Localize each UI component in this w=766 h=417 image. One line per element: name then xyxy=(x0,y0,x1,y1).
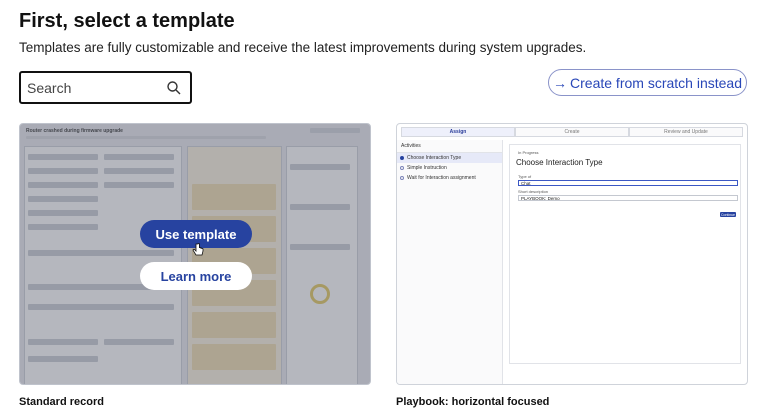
sidebar-item: Simple Instruction xyxy=(397,163,502,173)
type-select: Chat xyxy=(518,180,738,186)
sidebar-title: Activities xyxy=(397,140,502,153)
search-field[interactable] xyxy=(19,71,192,104)
template-card-playbook[interactable]: Assign Create Review and Update Activiti… xyxy=(396,123,748,385)
playbook-main: In Progress Choose Interaction Type Type… xyxy=(509,144,741,364)
step-create: Create xyxy=(515,127,629,137)
template-name-playbook: Playbook: horizontal focused xyxy=(396,396,550,408)
learn-more-button[interactable]: Learn more xyxy=(140,262,252,290)
template-card-standard-record[interactable]: Router crashed during firmware upgrade U… xyxy=(19,123,371,385)
continue-button: Continue xyxy=(720,212,736,217)
page-title: First, select a template xyxy=(19,10,235,32)
search-input[interactable] xyxy=(27,78,167,98)
sidebar-item: Wait for Interaction assignment xyxy=(397,173,502,183)
page-subtitle: Templates are fully customizable and rec… xyxy=(19,40,587,55)
create-from-scratch-button[interactable]: → Create from scratch instead xyxy=(548,69,747,96)
playbook-heading: Choose Interaction Type xyxy=(516,158,603,167)
step-review: Review and Update xyxy=(629,127,743,137)
desc-label: Short description xyxy=(518,189,549,194)
playbook-steps: Assign Create Review and Update xyxy=(401,127,743,137)
playbook-sidebar: Activities Choose Interaction Type Simpl… xyxy=(397,140,503,384)
create-from-scratch-label: Create from scratch instead xyxy=(570,74,742,91)
status-label: In Progress xyxy=(518,150,539,155)
sidebar-item: Choose Interaction Type xyxy=(397,153,502,163)
type-label: Type of xyxy=(518,174,532,179)
hand-cursor-icon xyxy=(192,243,204,256)
desc-input: PLAYBOOK: Demo xyxy=(518,195,738,201)
search-icon xyxy=(167,81,181,95)
template-name-standard-record: Standard record xyxy=(19,396,104,408)
arrow-right-icon: → xyxy=(553,74,568,91)
step-assign: Assign xyxy=(401,127,515,137)
